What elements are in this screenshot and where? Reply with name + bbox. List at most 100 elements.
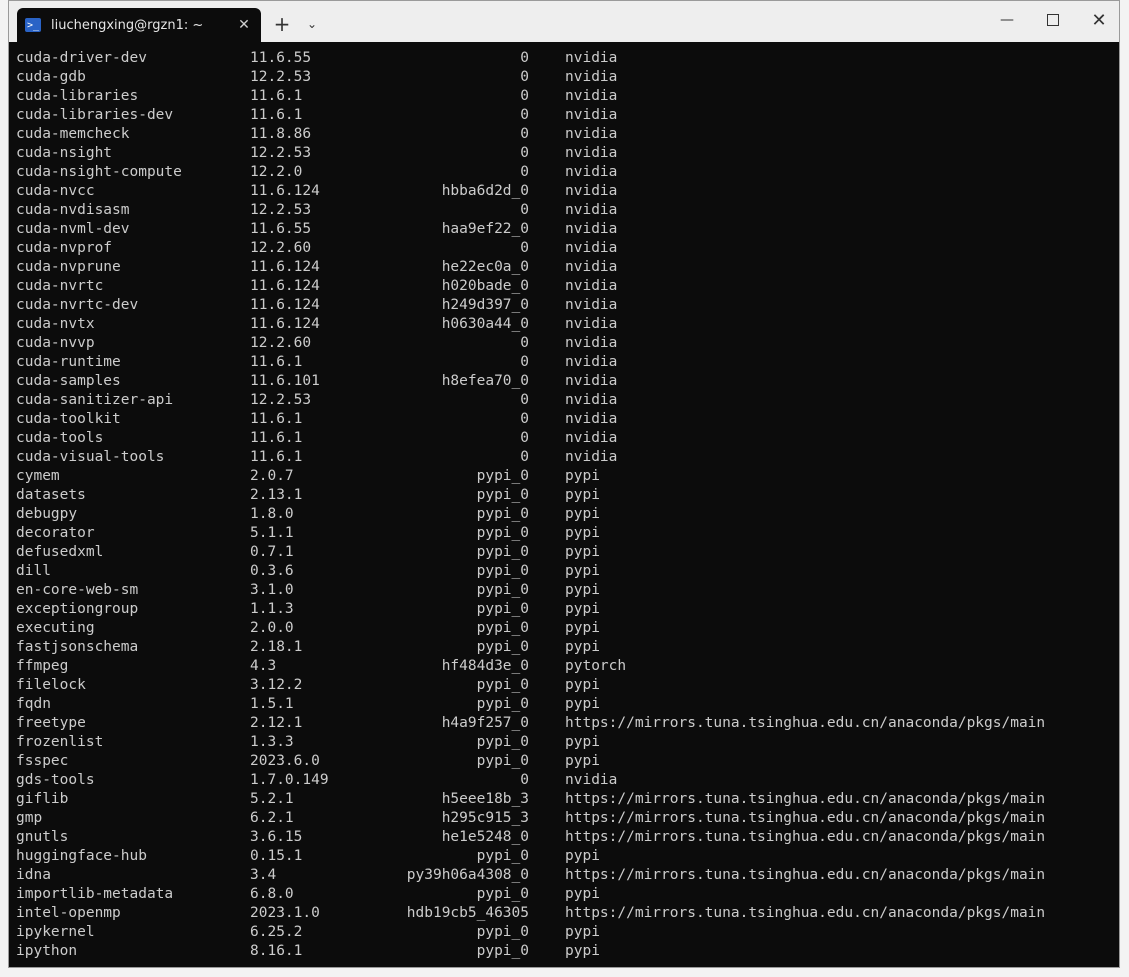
package-name: frozenlist [16,734,104,750]
package-channel: pypi [565,620,600,636]
package-channel: https://mirrors.tuna.tsinghua.edu.cn/ana… [565,905,1046,921]
package-channel: nvidia [565,240,618,256]
package-name: cuda-samples [16,373,121,389]
package-channel: pypi [565,924,600,940]
terminal-line: fqdn 1.5.1 pypi_0 pypi [16,695,1114,714]
package-name: cuda-runtime [16,354,121,370]
terminal-line: decorator 5.1.1 pypi_0 pypi [16,524,1114,543]
package-name: cuda-nvml-dev [16,221,130,237]
package-name: ffmpeg [16,658,69,674]
package-name: cuda-visual-tools [16,449,165,465]
package-name: cymem [16,468,60,484]
package-build: h0630a44_0 [441,316,529,332]
package-name: fqdn [16,696,51,712]
package-channel: https://mirrors.tuna.tsinghua.edu.cn/ana… [565,791,1046,807]
package-name: importlib-metadata [16,886,174,902]
package-build: pypi_0 [476,677,529,693]
package-build: pypi_0 [476,924,529,940]
package-name: en-core-web-sm [16,582,139,598]
new-tab-button[interactable]: + [267,11,297,37]
terminal-line: cuda-nvml-dev 11.6.55 haa9ef22_0 nvidia [16,220,1114,239]
terminal-line: cuda-libraries 11.6.1 0 nvidia [16,87,1114,106]
package-channel: https://mirrors.tuna.tsinghua.edu.cn/ana… [565,715,1046,731]
package-channel: pypi [565,487,600,503]
package-channel: nvidia [565,221,618,237]
package-name: gds-tools [16,772,95,788]
package-name: giflib [16,791,69,807]
package-build: pypi_0 [476,620,529,636]
package-name: cuda-nsight-compute [16,164,182,180]
package-build: 0 [520,50,529,66]
minimize-button[interactable]: — [987,7,1027,33]
title-bar: >_ liuchengxing@rgzn1: ~ ✕ + ⌄ — ✕ [9,1,1119,42]
terminal-line: cuda-memcheck 11.8.86 0 nvidia [16,125,1114,144]
package-build: pypi_0 [476,601,529,617]
package-build: 0 [520,126,529,142]
terminal-line: cymem 2.0.7 pypi_0 pypi [16,467,1114,486]
tab-title: liuchengxing@rgzn1: ~ [51,17,204,33]
terminal-icon: >_ [25,18,41,32]
package-build: h5eee18b_3 [441,791,529,807]
package-channel: nvidia [565,430,618,446]
package-channel: nvidia [565,316,618,332]
terminal-line: en-core-web-sm 3.1.0 pypi_0 pypi [16,581,1114,600]
package-build: pypi_0 [476,886,529,902]
package-name: freetype [16,715,86,731]
package-name: datasets [16,487,86,503]
package-build: h8efea70_0 [441,373,529,389]
terminal-line: cuda-runtime 11.6.1 0 nvidia [16,353,1114,372]
package-build: pypi_0 [476,487,529,503]
terminal-line: cuda-sanitizer-api 12.2.53 0 nvidia [16,391,1114,410]
terminal-line: huggingface-hub 0.15.1 pypi_0 pypi [16,847,1114,866]
package-channel: pypi [565,753,600,769]
chevron-down-icon[interactable]: ⌄ [299,11,325,37]
package-channel: pypi [565,886,600,902]
package-build: h295c915_3 [441,810,529,826]
package-name: cuda-gdb [16,69,86,85]
package-name: cuda-nvrtc [16,278,104,294]
package-name: ipykernel [16,924,95,940]
package-name: cuda-libraries-dev [16,107,174,123]
terminal-line: cuda-nvrtc 11.6.124 h020bade_0 nvidia [16,277,1114,296]
terminal-line: fsspec 2023.6.0 pypi_0 pypi [16,752,1114,771]
package-name: cuda-libraries [16,88,139,104]
package-name: cuda-nvtx [16,316,95,332]
package-build: 0 [520,430,529,446]
terminal-line: cuda-driver-dev 11.6.55 0 nvidia [16,49,1114,68]
package-build: 0 [520,335,529,351]
package-name: intel-openmp [16,905,121,921]
package-build: pypi_0 [476,525,529,541]
package-channel: https://mirrors.tuna.tsinghua.edu.cn/ana… [565,810,1046,826]
tab-terminal[interactable]: >_ liuchengxing@rgzn1: ~ ✕ [17,8,261,42]
package-name: cuda-sanitizer-api [16,392,174,408]
package-channel: nvidia [565,145,618,161]
package-name: ipython [16,943,78,959]
package-channel: nvidia [565,202,618,218]
close-button[interactable]: ✕ [1079,7,1119,33]
package-name: idna [16,867,51,883]
package-channel: https://mirrors.tuna.tsinghua.edu.cn/ana… [565,867,1046,883]
package-channel: nvidia [565,335,618,351]
package-build: pypi_0 [476,848,529,864]
terminal-line: filelock 3.12.2 pypi_0 pypi [16,676,1114,695]
package-channel: pypi [565,563,600,579]
terminal-line: cuda-tools 11.6.1 0 nvidia [16,429,1114,448]
package-channel: nvidia [565,392,618,408]
terminal-line: idna 3.4 py39h06a4308_0 https://mirrors.tun… [16,866,1114,885]
package-name: fsspec [16,753,69,769]
package-build: 0 [520,69,529,85]
package-name: cuda-toolkit [16,411,121,427]
package-channel: pypi [565,601,600,617]
terminal-output[interactable]: cuda-driver-dev 11.6.55 0 nvidia cuda-gdb 12.… [16,49,1114,965]
package-channel: nvidia [565,278,618,294]
package-name: cuda-nvprof [16,240,113,256]
terminal-line: executing 2.0.0 pypi_0 pypi [16,619,1114,638]
maximize-button[interactable] [1033,7,1073,33]
package-channel: pypi [565,677,600,693]
package-build: 0 [520,145,529,161]
package-channel: nvidia [565,107,618,123]
package-channel: https://mirrors.tuna.tsinghua.edu.cn/ana… [565,829,1046,845]
scrollbar[interactable] [1113,49,1117,959]
tab-close-button[interactable]: ✕ [235,17,253,33]
package-channel: nvidia [565,373,618,389]
